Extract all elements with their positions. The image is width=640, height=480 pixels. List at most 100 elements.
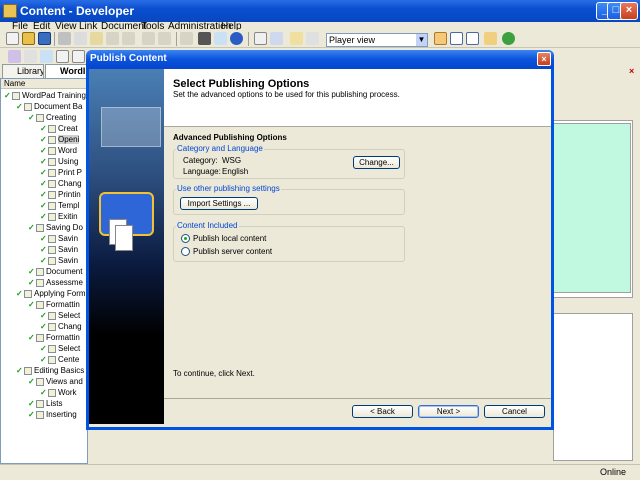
tree-node[interactable]: ✓ Editing Basics bbox=[16, 366, 84, 376]
tree-tool-5-icon[interactable] bbox=[72, 50, 85, 63]
open-icon[interactable] bbox=[22, 32, 35, 45]
tree-node[interactable]: ✓ Formattin bbox=[28, 333, 80, 343]
tree-node[interactable]: ✓ WordPad Training bbox=[4, 91, 86, 101]
tree-node[interactable]: ✓ Chang bbox=[40, 322, 82, 332]
layout-3-icon[interactable] bbox=[466, 32, 479, 45]
dialog-title: Publish Content bbox=[90, 53, 167, 64]
cut-icon[interactable] bbox=[58, 32, 71, 45]
delete-icon[interactable] bbox=[106, 32, 119, 45]
tree-node[interactable]: ✓ Templ bbox=[40, 201, 79, 211]
status-bar: Online bbox=[0, 464, 640, 480]
publish-icon[interactable] bbox=[290, 32, 303, 45]
paste-icon[interactable] bbox=[90, 32, 103, 45]
copy-icon[interactable] bbox=[74, 32, 87, 45]
new-icon[interactable] bbox=[6, 32, 19, 45]
publish-local-radio[interactable] bbox=[181, 234, 190, 243]
layout-1-icon[interactable] bbox=[434, 32, 447, 45]
tree-tool-4-icon[interactable] bbox=[56, 50, 69, 63]
find-icon[interactable] bbox=[198, 32, 211, 45]
tree-node[interactable]: ✓ Document bbox=[28, 267, 82, 277]
check-icon: ✓ bbox=[40, 355, 47, 364]
publish-local-label[interactable]: Publish local content bbox=[193, 234, 266, 243]
tab-document[interactable]: WordI bbox=[45, 64, 90, 78]
tree-node[interactable]: ✓ Savin bbox=[40, 234, 78, 244]
tab-library[interactable]: Library bbox=[2, 64, 44, 78]
tree-node[interactable]: ✓ Formattin bbox=[28, 300, 80, 310]
check-icon: ✓ bbox=[40, 157, 47, 166]
tree-node[interactable]: ✓ Using bbox=[40, 157, 78, 167]
properties-icon[interactable] bbox=[122, 32, 135, 45]
check-icon: ✓ bbox=[40, 245, 47, 254]
tree-node[interactable]: ✓ Creat bbox=[40, 124, 78, 134]
layout-2-icon[interactable] bbox=[450, 32, 463, 45]
tree-tool-1-icon[interactable] bbox=[8, 50, 21, 63]
tree-node[interactable]: ✓ Savin bbox=[40, 256, 78, 266]
tree-toolbar bbox=[0, 48, 90, 64]
tree-node-label: Savin bbox=[58, 245, 79, 254]
tree-node-label: Creating bbox=[46, 113, 77, 122]
tree-node[interactable]: ✓ Chang bbox=[40, 179, 82, 189]
view-select[interactable]: Player view ▼ bbox=[326, 33, 428, 47]
tree-node[interactable]: ✓ Exitin bbox=[40, 212, 78, 222]
dialog-close-button[interactable]: × bbox=[537, 52, 551, 66]
tree-node[interactable]: ✓ Applying Form bbox=[16, 289, 86, 299]
help-icon[interactable] bbox=[230, 32, 243, 45]
tree-node[interactable]: ✓ Lists bbox=[28, 399, 62, 409]
pane-close-icon[interactable]: × bbox=[629, 66, 634, 76]
export-icon[interactable] bbox=[254, 32, 267, 45]
folder-icon bbox=[24, 289, 32, 298]
undo-icon[interactable] bbox=[142, 32, 155, 45]
indent-icon[interactable] bbox=[180, 32, 193, 45]
tree-node[interactable]: ✓ Openi bbox=[40, 135, 80, 145]
tree-tool-3-icon[interactable] bbox=[40, 50, 53, 63]
check-icon: ✓ bbox=[40, 234, 47, 243]
import-settings-button[interactable]: Import Settings ... bbox=[180, 197, 258, 210]
tree-node[interactable]: ✓ Print P bbox=[40, 168, 82, 178]
wizard-side-image bbox=[89, 69, 164, 424]
check-icon: ✓ bbox=[40, 201, 47, 210]
cancel-button[interactable]: Cancel bbox=[484, 405, 545, 418]
tree-node[interactable]: ✓ Savin bbox=[40, 245, 78, 255]
tree-node[interactable]: ✓ Work bbox=[40, 388, 77, 398]
check-icon: ✓ bbox=[16, 102, 23, 111]
category-language-label: Category and Language bbox=[176, 144, 264, 153]
tree-node[interactable]: ✓ Inserting bbox=[28, 410, 77, 420]
check-icon: ✓ bbox=[40, 388, 47, 397]
topic-icon bbox=[48, 388, 56, 397]
redo-icon[interactable] bbox=[158, 32, 171, 45]
tree-node[interactable]: ✓ Word bbox=[40, 146, 77, 156]
tree-node-label: Inserting bbox=[46, 410, 77, 419]
back-button[interactable]: < Back bbox=[352, 405, 413, 418]
tree-node[interactable]: ✓ Cente bbox=[40, 355, 79, 365]
publish-server-label[interactable]: Publish server content bbox=[193, 247, 272, 256]
tree-node[interactable]: ✓ Select bbox=[40, 344, 80, 354]
chevron-down-icon[interactable]: ▼ bbox=[416, 34, 427, 46]
topic-icon bbox=[48, 322, 56, 331]
check-icon: ✓ bbox=[40, 256, 47, 265]
tree-tool-2-icon[interactable] bbox=[24, 50, 37, 63]
next-button[interactable]: Next > bbox=[418, 405, 479, 418]
play-icon[interactable] bbox=[306, 32, 319, 45]
refresh-icon[interactable] bbox=[502, 32, 515, 45]
tree-node[interactable]: ✓ Document Ba bbox=[16, 102, 82, 112]
tree-node[interactable]: ✓ Printin bbox=[40, 190, 81, 200]
spell-check-icon[interactable] bbox=[214, 32, 227, 45]
dialog-subheading: Set the advanced options to be used for … bbox=[173, 90, 400, 99]
preview-icon[interactable] bbox=[270, 32, 283, 45]
tree-node[interactable]: ✓ Creating bbox=[28, 113, 76, 123]
tree-node-label: Word bbox=[58, 146, 77, 155]
check-icon: ✓ bbox=[28, 113, 35, 122]
tree-node[interactable]: ✓ Saving Do bbox=[28, 223, 83, 233]
tree-node[interactable]: ✓ Views and bbox=[28, 377, 83, 387]
publish-server-radio[interactable] bbox=[181, 247, 190, 256]
category-value: WSG bbox=[222, 156, 242, 165]
folder-icon bbox=[36, 377, 44, 386]
tree-node[interactable]: ✓ Assessme bbox=[28, 278, 83, 288]
tree-node[interactable]: ✓ Select bbox=[40, 311, 80, 321]
tree-node-label: Printin bbox=[58, 190, 81, 199]
close-button[interactable]: × bbox=[620, 2, 638, 20]
topic-icon bbox=[48, 355, 56, 364]
change-button[interactable]: Change... bbox=[353, 156, 400, 169]
save-icon[interactable] bbox=[38, 32, 51, 45]
tools-icon[interactable] bbox=[484, 32, 497, 45]
